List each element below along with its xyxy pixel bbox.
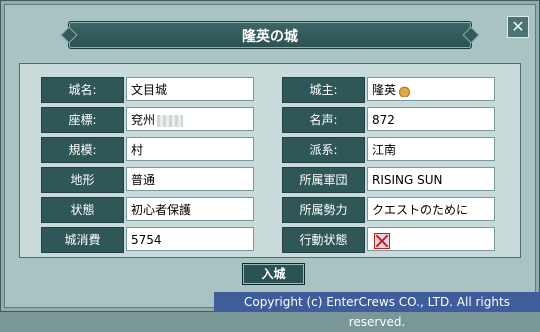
label-scale: 規模: [41, 137, 124, 163]
coordinates-text: 兗州 [131, 113, 156, 127]
label-fame: 名声: [282, 107, 365, 133]
title-bar: 隆英の城 [60, 21, 480, 49]
value-legion: RISING SUN [367, 167, 495, 191]
censored-coordinates-icon [157, 114, 184, 127]
value-castle-owner: 隆英 [367, 77, 495, 101]
value-castle-upkeep: 5754 [126, 227, 254, 251]
value-terrain: 普通 [126, 167, 254, 191]
label-terrain: 地形 [41, 167, 124, 193]
value-scale: 村 [126, 137, 254, 161]
value-power: クエストのために [367, 197, 495, 221]
label-faction: 派系: [282, 137, 365, 163]
value-action-status [367, 227, 495, 251]
label-castle-upkeep: 城消費 [41, 227, 124, 253]
action-status-icon [374, 232, 390, 249]
copyright-footer: Copyright (c) EnterCrews CO., LTD. All r… [214, 292, 540, 329]
value-castle-name: 文目城 [126, 77, 254, 101]
crown-icon [398, 84, 412, 97]
label-coordinates: 座標: [41, 107, 124, 133]
close-button[interactable]: ✕ [507, 16, 529, 38]
dialog-title: 隆英の城 [242, 29, 298, 45]
enter-castle-button[interactable]: 入城 [242, 263, 305, 285]
value-coordinates: 兗州 [126, 107, 254, 131]
label-castle-name: 城名: [41, 77, 124, 103]
label-status: 状態 [41, 197, 124, 223]
value-fame: 872 [367, 107, 495, 131]
label-legion: 所属軍団 [282, 167, 365, 193]
label-action-status: 行動状態 [282, 227, 365, 253]
label-power: 所属勢力 [282, 197, 365, 223]
label-castle-owner: 城主: [282, 77, 365, 103]
value-faction: 江南 [367, 137, 495, 161]
value-status: 初心者保護 [126, 197, 254, 221]
owner-name: 隆英 [372, 83, 397, 97]
